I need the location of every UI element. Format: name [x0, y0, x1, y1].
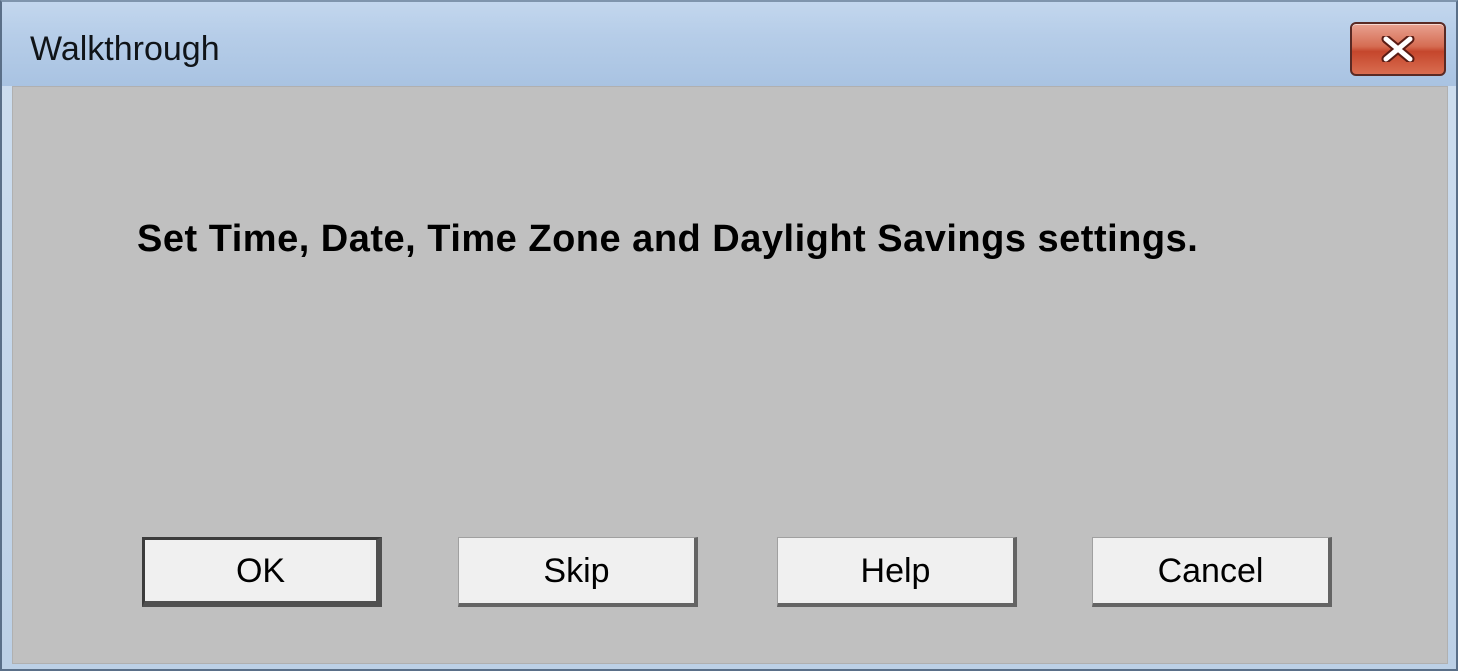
window-title: Walkthrough: [30, 30, 220, 68]
title-bar[interactable]: Walkthrough: [2, 2, 1456, 86]
help-button[interactable]: Help: [777, 537, 1017, 607]
close-button[interactable]: [1350, 22, 1446, 76]
close-icon: [1381, 36, 1415, 62]
cancel-button[interactable]: Cancel: [1092, 537, 1332, 607]
dialog-body: Set Time, Date, Time Zone and Daylight S…: [12, 86, 1448, 664]
skip-button[interactable]: Skip: [458, 537, 698, 607]
dialog-message: Set Time, Date, Time Zone and Daylight S…: [137, 218, 1199, 260]
ok-button[interactable]: OK: [142, 537, 382, 607]
dialog-window: Walkthrough Set Time, Date, Time Zone an…: [0, 0, 1458, 671]
